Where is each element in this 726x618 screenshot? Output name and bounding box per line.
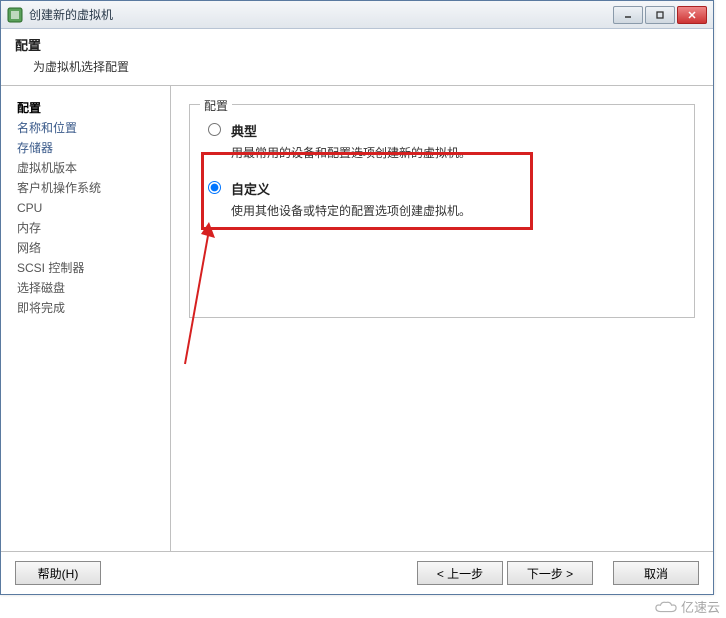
titlebar: 创建新的虚拟机 [1,1,713,29]
app-icon [7,7,23,23]
wizard-content: 配置 典型 用最常用的设备和配置选项创建新的虚拟机。 自定义 使用其他设备或特定… [171,86,713,551]
group-legend: 配置 [200,97,232,114]
step-guest-os[interactable]: 客户机操作系统 [17,178,160,198]
step-configuration[interactable]: 配置 [17,98,160,118]
step-scsi[interactable]: SCSI 控制器 [17,258,160,278]
step-memory[interactable]: 内存 [17,218,160,238]
configuration-group: 配置 典型 用最常用的设备和配置选项创建新的虚拟机。 自定义 使用其他设备或特定… [189,104,695,318]
back-button[interactable]: < 上一步 [417,561,503,585]
wizard-steps-sidebar: 配置 名称和位置 存储器 虚拟机版本 客户机操作系统 CPU 内存 网络 SCS… [1,86,171,551]
radio-typical[interactable] [208,123,221,136]
wizard-body: 配置 名称和位置 存储器 虚拟机版本 客户机操作系统 CPU 内存 网络 SCS… [1,86,713,552]
step-network[interactable]: 网络 [17,238,160,258]
radio-typical-desc: 用最常用的设备和配置选项创建新的虚拟机。 [208,144,676,161]
step-select-disk[interactable]: 选择磁盘 [17,278,160,298]
close-button[interactable] [677,6,707,24]
next-button[interactable]: 下一步 > [507,561,593,585]
radio-custom-desc: 使用其他设备或特定的配置选项创建虚拟机。 [208,202,676,219]
page-subtitle: 为虚拟机选择配置 [15,58,699,75]
step-name-location[interactable]: 名称和位置 [17,118,160,138]
wizard-footer: 帮助(H) < 上一步 下一步 > 取消 [1,552,713,594]
radio-typical-label: 典型 [231,121,257,140]
step-ready[interactable]: 即将完成 [17,298,160,318]
watermark: 亿速云 [655,597,720,616]
window-title: 创建新的虚拟机 [29,6,613,23]
radio-custom-row[interactable]: 自定义 [208,179,676,198]
radio-custom-label: 自定义 [231,179,270,198]
page-title: 配置 [15,35,699,54]
minimize-button[interactable] [613,6,643,24]
cancel-button[interactable]: 取消 [613,561,699,585]
watermark-text: 亿速云 [681,597,720,616]
radio-typical-row[interactable]: 典型 [208,121,676,140]
step-vm-version[interactable]: 虚拟机版本 [17,158,160,178]
wizard-header: 配置 为虚拟机选择配置 [1,29,713,86]
maximize-button[interactable] [645,6,675,24]
radio-custom[interactable] [208,181,221,194]
dialog-window: 创建新的虚拟机 配置 为虚拟机选择配置 配置 名称和位置 存储器 虚拟机版本 客… [0,0,714,595]
help-button[interactable]: 帮助(H) [15,561,101,585]
step-cpu[interactable]: CPU [17,198,160,218]
window-controls [613,6,707,24]
step-storage[interactable]: 存储器 [17,138,160,158]
